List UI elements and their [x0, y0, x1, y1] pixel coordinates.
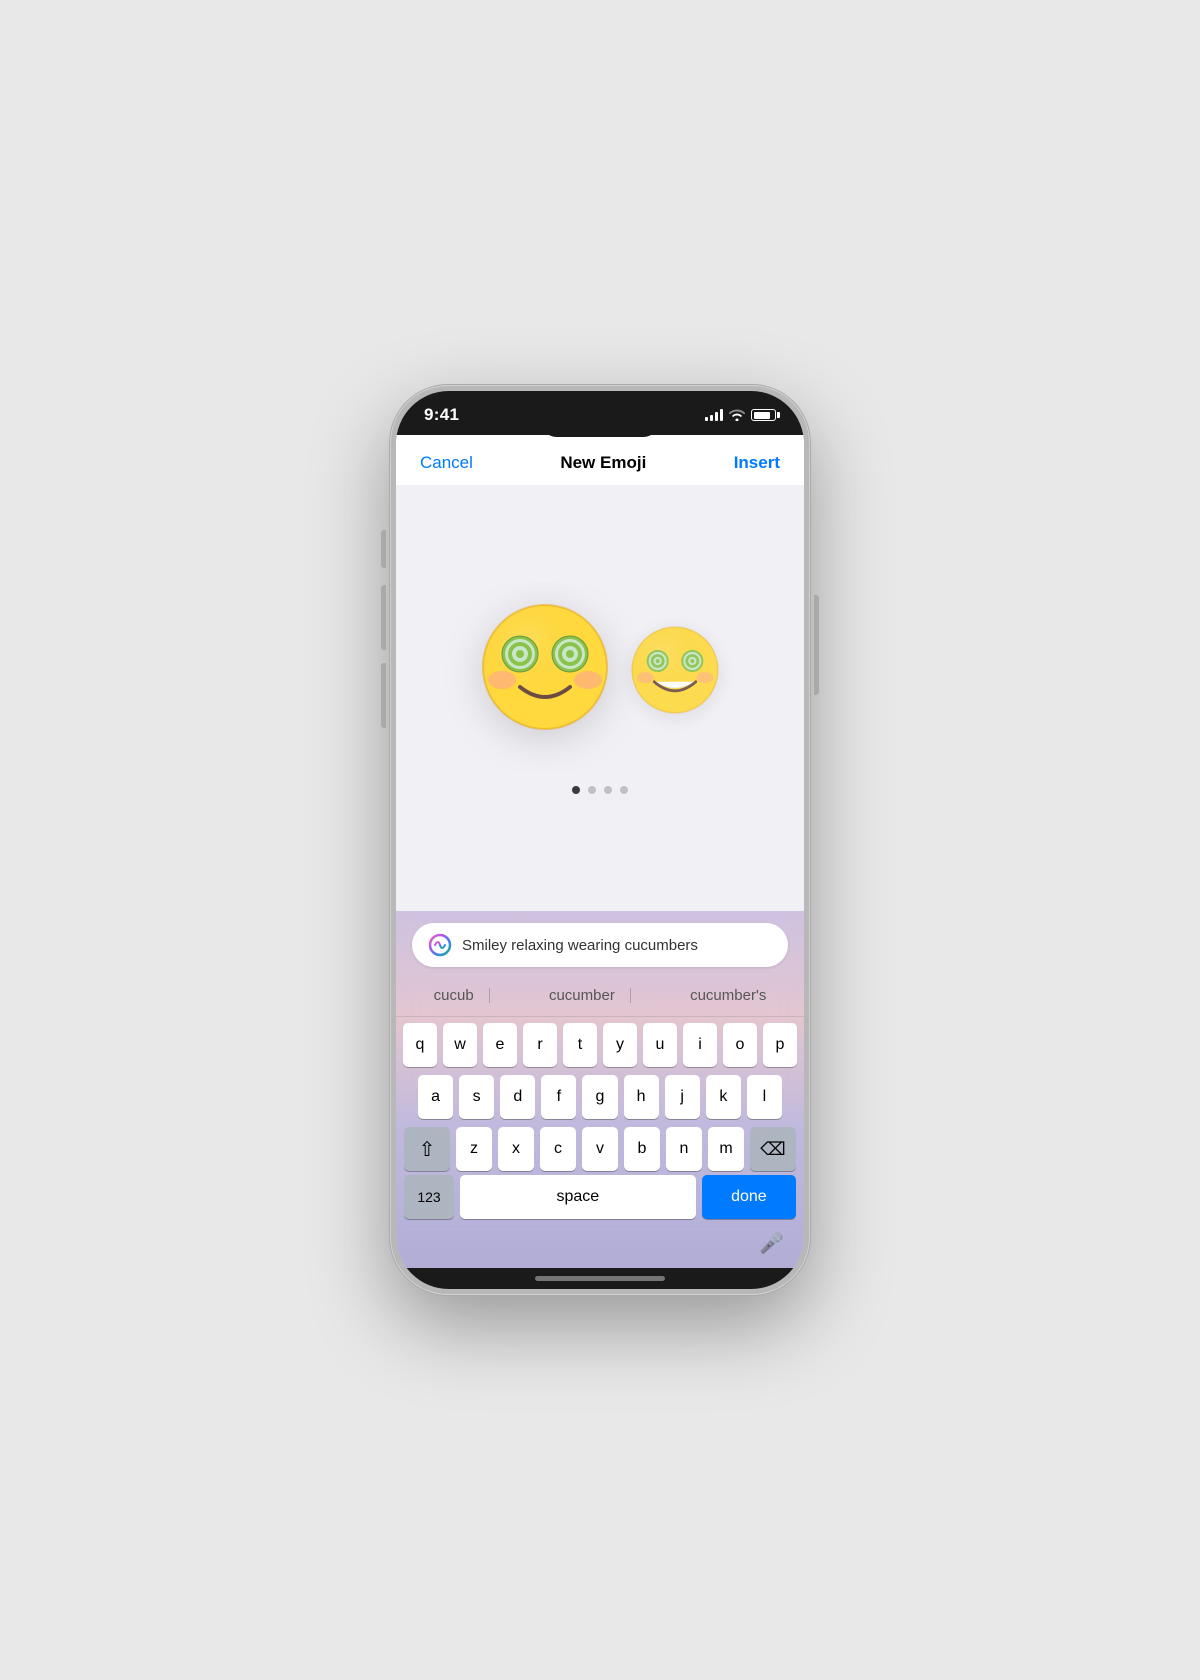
key-a[interactable]: a [418, 1075, 453, 1119]
mute-button[interactable] [381, 530, 386, 568]
key-e[interactable]: e [483, 1023, 517, 1067]
page-dots [572, 786, 628, 794]
key-q[interactable]: q [403, 1023, 437, 1067]
volume-up-button[interactable] [381, 585, 386, 650]
dot-2[interactable] [588, 786, 596, 794]
key-y[interactable]: y [603, 1023, 637, 1067]
cancel-button[interactable]: Cancel [420, 453, 473, 473]
emoji-preview-area [396, 485, 804, 911]
nav-bar: Cancel New Emoji Insert [396, 435, 804, 485]
autocomplete-item-1[interactable]: cucub [418, 983, 490, 1008]
key-o[interactable]: o [723, 1023, 757, 1067]
main-emoji[interactable] [480, 602, 610, 751]
input-text: Smiley relaxing wearing cucumbers [462, 937, 772, 954]
numbers-key[interactable]: 123 [404, 1175, 454, 1219]
signal-icon [705, 409, 723, 421]
key-row-1: q w e r t y u i o p [404, 1023, 796, 1067]
dot-1[interactable] [572, 786, 580, 794]
key-row-2: a s d f g h j k l [404, 1075, 796, 1119]
battery-icon [751, 409, 776, 421]
microphone-icon[interactable]: 🎤 [759, 1231, 784, 1256]
key-z[interactable]: z [456, 1127, 492, 1171]
key-k[interactable]: k [706, 1075, 741, 1119]
insert-button[interactable]: Insert [734, 453, 780, 473]
autocomplete-item-3[interactable]: cucumber's [674, 983, 782, 1008]
dot-3[interactable] [604, 786, 612, 794]
phone-frame: 9:41 [390, 385, 810, 1295]
home-indicator [396, 1268, 804, 1289]
dynamic-island [540, 403, 660, 437]
key-row-3: ⇧ z x c v b n m ⌫ [404, 1127, 796, 1171]
keyboard-area: Smiley relaxing wearing cucumbers cucub … [396, 911, 804, 1268]
text-input-field[interactable]: Smiley relaxing wearing cucumbers [412, 923, 788, 967]
key-n[interactable]: n [666, 1127, 702, 1171]
key-h[interactable]: h [624, 1075, 659, 1119]
emoji-carousel [396, 582, 804, 771]
key-j[interactable]: j [665, 1075, 700, 1119]
shift-key[interactable]: ⇧ [404, 1127, 450, 1171]
done-key[interactable]: done [702, 1175, 796, 1219]
power-button[interactable] [814, 595, 819, 695]
secondary-emoji[interactable] [630, 625, 720, 728]
screen-content: 9:41 [396, 391, 804, 1289]
key-l[interactable]: l [747, 1075, 782, 1119]
status-icons [705, 409, 776, 421]
nav-title: New Emoji [560, 453, 646, 473]
key-b[interactable]: b [624, 1127, 660, 1171]
key-u[interactable]: u [643, 1023, 677, 1067]
key-bottom-row: 123 space done [396, 1175, 804, 1223]
key-v[interactable]: v [582, 1127, 618, 1171]
key-i[interactable]: i [683, 1023, 717, 1067]
apple-intelligence-icon [428, 933, 452, 957]
delete-key[interactable]: ⌫ [750, 1127, 796, 1171]
space-key[interactable]: space [460, 1175, 696, 1219]
status-time: 9:41 [424, 405, 459, 425]
autocomplete-bar: cucub cucumber cucumber's [396, 977, 804, 1017]
key-g[interactable]: g [582, 1075, 617, 1119]
key-s[interactable]: s [459, 1075, 494, 1119]
app-content: Cancel New Emoji Insert [396, 435, 804, 1268]
dot-4[interactable] [620, 786, 628, 794]
key-w[interactable]: w [443, 1023, 477, 1067]
key-t[interactable]: t [563, 1023, 597, 1067]
key-x[interactable]: x [498, 1127, 534, 1171]
keyboard-rows: q w e r t y u i o p [396, 1017, 804, 1175]
autocomplete-item-2[interactable]: cucumber [533, 983, 631, 1008]
text-input-container: Smiley relaxing wearing cucumbers [396, 911, 804, 977]
volume-down-button[interactable] [381, 663, 386, 728]
key-c[interactable]: c [540, 1127, 576, 1171]
key-m[interactable]: m [708, 1127, 744, 1171]
status-bar: 9:41 [396, 391, 804, 435]
home-bar [535, 1276, 665, 1281]
key-f[interactable]: f [541, 1075, 576, 1119]
phone-screen: 9:41 [396, 391, 804, 1289]
key-p[interactable]: p [763, 1023, 797, 1067]
key-r[interactable]: r [523, 1023, 557, 1067]
wifi-icon [729, 409, 745, 421]
key-d[interactable]: d [500, 1075, 535, 1119]
mic-row: 🎤 [396, 1223, 804, 1268]
